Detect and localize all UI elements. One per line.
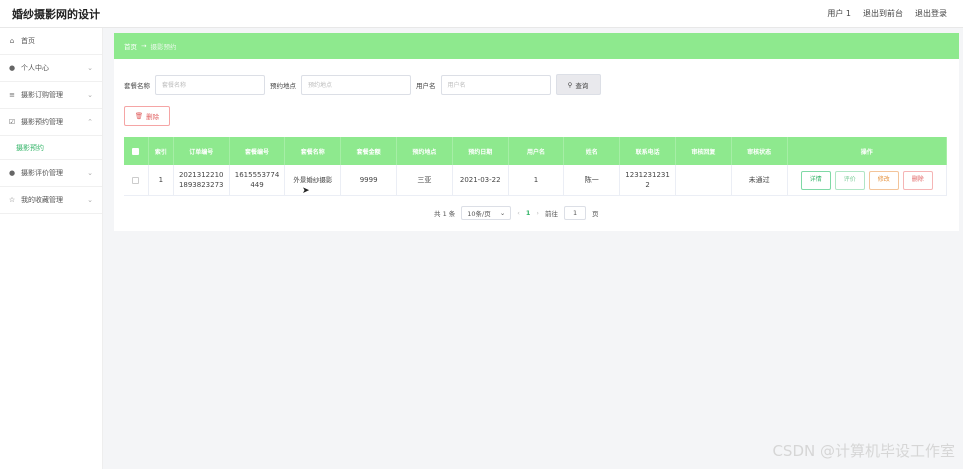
calendar-check-icon: ☑ — [8, 118, 16, 126]
user-menu[interactable]: 用户 1 — [827, 8, 851, 19]
top-right-menu: 用户 1 退出到前台 退出登录 — [827, 8, 947, 19]
total-count: 共 1 条 — [434, 210, 456, 218]
sidebar-item-label: 首页 — [21, 37, 35, 45]
sidebar-item-label: 摄影评价管理 — [21, 169, 63, 177]
package-name-input[interactable]: 套餐名称 — [155, 74, 265, 95]
sidebar-item-label: 个人中心 — [21, 64, 49, 72]
search-icon: ⚲ — [567, 80, 573, 89]
column-header: 订单编号 — [174, 137, 230, 165]
current-page[interactable]: 1 — [526, 209, 531, 217]
logout-link[interactable]: 退出登录 — [915, 8, 947, 19]
column-header: 套餐金额 — [341, 137, 397, 165]
column-header: 预约日期 — [453, 137, 509, 165]
batch-delete-button[interactable]: 🗑 删除 — [124, 106, 170, 126]
table-row: 1 20213122101893823273 1615553774449 外景婚… — [124, 165, 947, 196]
review-button[interactable]: 评价 — [834, 170, 865, 190]
cell-phone: 12312312312 — [620, 165, 676, 195]
cell-date: 2021-03-22 — [453, 165, 509, 195]
list-icon: ≡ — [9, 91, 15, 99]
sidebar-item-review-management[interactable]: ● 摄影评价管理 ⌄ — [0, 160, 102, 187]
cell-package-name: 外景婚纱摄影 — [285, 165, 342, 195]
username-label: 用户名 — [416, 81, 436, 90]
column-header: 审核状态 — [732, 137, 788, 165]
sidebar-item-home[interactable]: ⌂ 首页 — [0, 28, 102, 55]
sidebar-item-label: 我的收藏管理 — [21, 196, 63, 204]
row-select-cell[interactable] — [124, 165, 149, 195]
breadcrumb-home[interactable]: 首页 — [124, 41, 137, 51]
cell-order-no: 20213122101893823273 — [174, 165, 230, 195]
sidebar-item-profile[interactable]: ● 个人中心 ⌄ — [0, 55, 102, 82]
top-bar: 婚纱摄影网的设计 用户 1 退出到前台 退出登录 — [0, 0, 963, 28]
prev-page-icon[interactable]: ‹ — [517, 209, 520, 217]
user-icon: ● — [8, 64, 16, 72]
sidebar-item-order-management[interactable]: ≡ 摄影订购管理 ⌄ — [0, 82, 102, 109]
username-input[interactable]: 用户名 — [440, 74, 551, 95]
back-to-front-link[interactable]: 退出到前台 — [863, 8, 903, 19]
chevron-down-icon: ⌄ — [87, 64, 93, 72]
cell-package-no: 1615553774449 — [230, 165, 286, 195]
page-unit-label: 页 — [592, 210, 599, 218]
search-form: 套餐名称 套餐名称 预约地点 预约地点 用户名 用户名 ⚲ 查询 — [124, 74, 601, 95]
home-icon: ⌂ — [9, 37, 15, 45]
package-name-label: 套餐名称 — [124, 81, 150, 90]
sidebar-item-booking-management[interactable]: ☑ 摄影预约管理 ⌃ — [0, 109, 102, 136]
chevron-down-icon: ⌄ — [87, 196, 93, 204]
goto-page-input[interactable]: 1 — [564, 206, 587, 220]
cell-amount: 9999 — [341, 165, 398, 195]
column-header: 联系电话 — [620, 137, 676, 165]
select-all-checkbox[interactable] — [132, 147, 140, 155]
cell-location: 三亚 — [397, 165, 453, 195]
breadcrumb-current: 摄影预约 — [150, 43, 177, 51]
column-header: 套餐编号 — [230, 137, 286, 165]
column-header: 操作 — [788, 137, 947, 165]
sidebar-item-label: 摄影订购管理 — [21, 91, 63, 99]
cell-reply — [676, 165, 732, 195]
page-size-select[interactable]: 10条/页 ⌄ — [461, 206, 512, 220]
location-input[interactable]: 预约地点 — [301, 74, 411, 95]
table-header: 索引 订单编号 套餐编号 套餐名称 套餐金额 预约地点 预约日期 用户名 姓名 … — [124, 137, 947, 165]
search-button[interactable]: ⚲ 查询 — [555, 74, 601, 95]
chevron-down-icon: ⌄ — [87, 91, 93, 99]
row-checkbox[interactable] — [132, 176, 140, 184]
sidebar-subitem-booking[interactable]: 摄影预约 — [0, 136, 102, 160]
goto-label: 前往 — [545, 210, 559, 218]
next-page-icon[interactable]: › — [536, 209, 539, 217]
detail-button[interactable]: 详情 — [800, 170, 831, 190]
star-icon: ☆ — [8, 196, 16, 204]
select-all-cell[interactable] — [124, 137, 149, 165]
trash-icon: 🗑 — [134, 112, 144, 120]
mouse-cursor-icon: ➤ — [302, 186, 310, 196]
breadcrumb: 首页 → 摄影预约 — [114, 33, 959, 59]
column-header: 用户名 — [509, 137, 565, 165]
chevron-up-icon: ⌃ — [87, 118, 93, 126]
column-header: 套餐名称 — [285, 137, 342, 165]
user-icon: ● — [8, 169, 16, 177]
app-title: 婚纱摄影网的设计 — [12, 7, 100, 21]
watermark: CSDN @计算机毕设工作室 — [772, 442, 955, 460]
cell-status: 未通过 — [732, 165, 788, 195]
cell-index: 1 — [149, 165, 174, 195]
location-label: 预约地点 — [270, 81, 296, 90]
breadcrumb-arrow-icon: → — [141, 42, 147, 50]
edit-button[interactable]: 修改 — [868, 170, 899, 190]
cell-username: 1 — [509, 165, 565, 195]
cell-actions: 详情 评价 修改 删除 — [788, 165, 947, 195]
delete-button[interactable]: 删除 — [902, 170, 933, 190]
column-header: 索引 — [149, 137, 174, 165]
sidebar: ⌂ 首页 ● 个人中心 ⌄ ≡ 摄影订购管理 ⌄ ☑ 摄影预约管理 ⌃ 摄影预约… — [0, 28, 103, 469]
sidebar-item-label: 摄影预约管理 — [21, 118, 63, 126]
cell-name: 陈一 — [564, 165, 621, 195]
main-panel: 首页 → 摄影预约 套餐名称 套餐名称 预约地点 预约地点 用户名 用户名 ⚲ … — [114, 33, 959, 231]
chevron-down-icon: ⌄ — [499, 209, 506, 217]
column-header: 审核回复 — [676, 137, 732, 165]
column-header: 姓名 — [564, 137, 621, 165]
booking-table: 索引 订单编号 套餐编号 套餐名称 套餐金额 预约地点 预约日期 用户名 姓名 … — [124, 137, 947, 196]
pagination: 共 1 条 10条/页 ⌄ ‹ 1 › 前往 1 页 — [434, 206, 599, 220]
column-header: 预约地点 — [397, 137, 453, 165]
chevron-down-icon: ⌄ — [87, 169, 93, 177]
sidebar-item-favorites-management[interactable]: ☆ 我的收藏管理 ⌄ — [0, 187, 102, 214]
